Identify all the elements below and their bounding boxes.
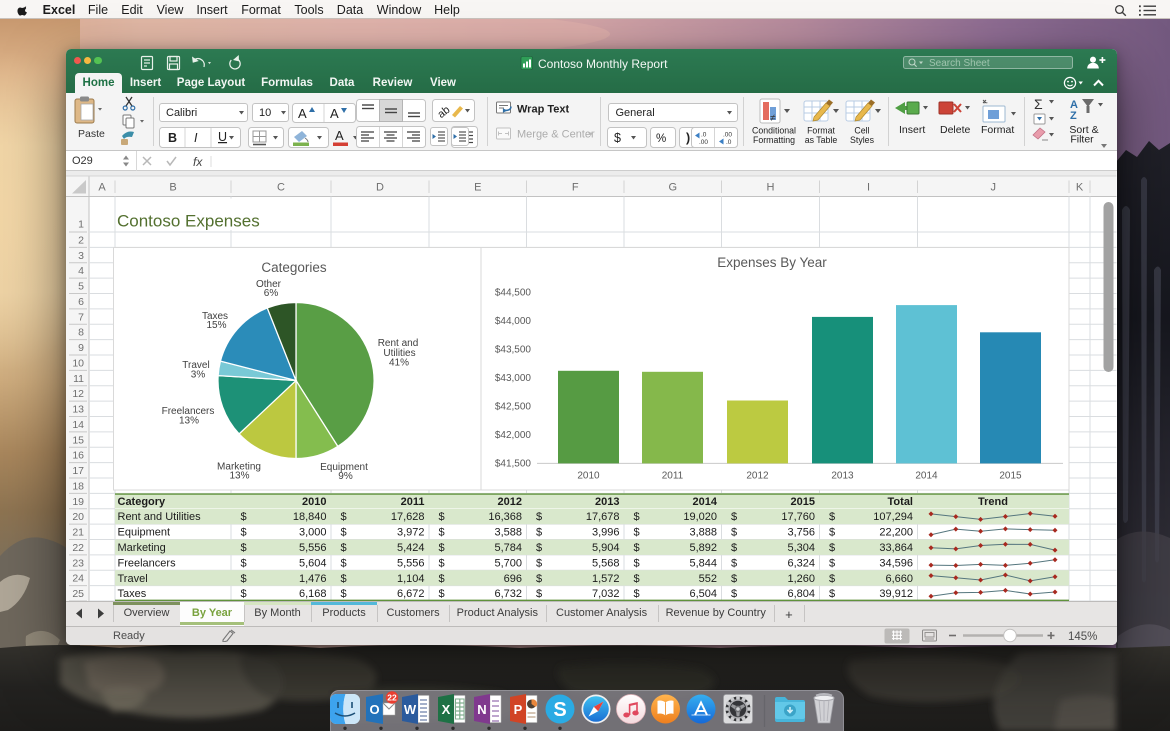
svg-text:X: X	[442, 702, 451, 717]
svg-text:N: N	[477, 702, 486, 717]
svg-text:P: P	[514, 702, 523, 717]
svg-text:O: O	[369, 702, 379, 717]
svg-text:W: W	[404, 702, 417, 717]
svg-text:22: 22	[387, 693, 397, 703]
svg-text:S: S	[553, 699, 566, 721]
